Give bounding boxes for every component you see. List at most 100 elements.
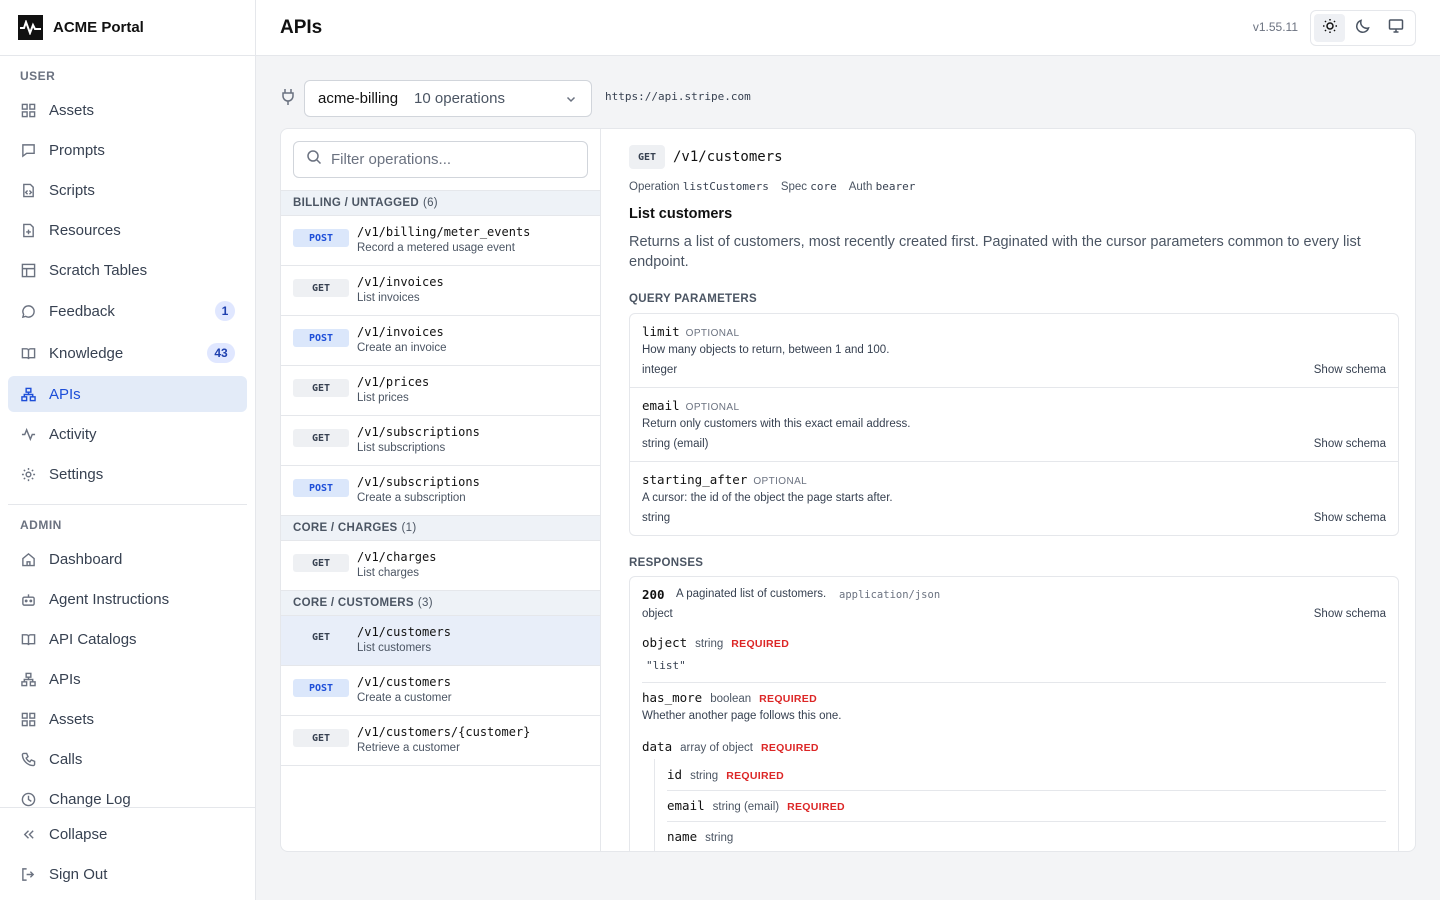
sidebar-item-admin-assets[interactable]: Assets (8, 701, 247, 737)
show-schema-button[interactable]: Show schema (1314, 512, 1386, 524)
gear-icon (20, 466, 36, 482)
group-header-charges[interactable]: CORE / CHARGES (1) (281, 515, 600, 541)
sidebar: ACME Portal USER Assets Prompts Scripts … (0, 0, 256, 900)
param-description: How many objects to return, between 1 an… (642, 344, 890, 356)
sidebar-item-calls[interactable]: Calls (8, 741, 247, 777)
catalog-select[interactable]: acme-billing 10 operations (304, 80, 592, 117)
sidebar-item-scripts[interactable]: Scripts (8, 172, 247, 208)
query-parameters-label: QUERY PARAMETERS (629, 293, 757, 305)
operation-row[interactable]: GET /v1/invoices List invoices (281, 266, 600, 316)
field-type: string (705, 832, 734, 844)
operation-path: /v1/customers/{customer} (357, 725, 531, 739)
sidebar-item-label: Activity (49, 425, 97, 443)
sidebar-item-admin-apis[interactable]: APIs (8, 661, 247, 697)
operation-row[interactable]: GET /v1/subscriptions List subscriptions (281, 416, 600, 466)
auth-meta: Auth bearer (849, 180, 916, 193)
group-header-billing[interactable]: BILLING / UNTAGGED (6) (281, 190, 600, 216)
operation-row[interactable]: GET /v1/charges List charges (281, 541, 600, 591)
query-parameters-list: limit OPTIONAL How many objects to return… (629, 313, 1399, 536)
param-row: limit OPTIONAL How many objects to return… (630, 314, 1398, 388)
show-schema-button[interactable]: Show schema (1314, 438, 1386, 450)
log-out-icon (20, 866, 36, 882)
field-name: has_more (642, 690, 703, 705)
catalog-operation-count: 10 operations (414, 90, 505, 107)
operation-id-value: listCustomers (682, 180, 769, 193)
sidebar-item-label: Change Log (49, 790, 131, 808)
filter-box (293, 141, 588, 178)
response-status-code: 200 (642, 587, 665, 602)
method-badge: POST (293, 229, 349, 247)
sidebar-item-activity[interactable]: Activity (8, 416, 247, 452)
operation-path: /v1/invoices (357, 275, 444, 289)
operation-summary: List customers (357, 642, 432, 654)
operation-row[interactable]: POST /v1/billing/meter_events Record a m… (281, 216, 600, 266)
field-name: name (667, 829, 698, 844)
operation-row-selected[interactable]: GET /v1/customers List customers (281, 616, 600, 666)
field-description: Whether another page follows this one. (642, 710, 842, 722)
collapse-button[interactable]: Collapse (8, 816, 247, 852)
method-badge: GET (293, 429, 349, 447)
operation-row[interactable]: POST /v1/subscriptions Create a subscrip… (281, 466, 600, 516)
knowledge-count-badge: 43 (207, 343, 235, 363)
brand[interactable]: ACME Portal (0, 0, 255, 56)
operation-path: /v1/customers (357, 625, 451, 639)
operation-row[interactable]: POST /v1/customers Create a customer (281, 666, 600, 716)
sidebar-item-label: Assets (49, 710, 95, 728)
sidebar-item-api-catalogs[interactable]: API Catalogs (8, 621, 247, 657)
field-name: id (667, 767, 683, 782)
sidebar-item-assets[interactable]: Assets (8, 92, 247, 128)
operation-row[interactable]: GET /v1/customers/{customer} Retrieve a … (281, 716, 600, 766)
operation-path: /v1/invoices (357, 325, 444, 339)
system-theme-button[interactable] (1381, 14, 1412, 42)
sidebar-item-label: Resources (49, 221, 121, 239)
sign-out-button[interactable]: Sign Out (8, 856, 247, 892)
sidebar-item-apis[interactable]: APIs (8, 376, 247, 412)
sidebar-item-agent-instructions[interactable]: Agent Instructions (8, 581, 247, 617)
base-url: https://api.stripe.com (605, 90, 751, 103)
operation-path: /v1/prices (357, 375, 430, 389)
operation-row[interactable]: POST /v1/invoices Create an invoice (281, 316, 600, 366)
operation-path: /v1/subscriptions (357, 425, 480, 439)
operation-summary: List invoices (357, 292, 420, 304)
dark-theme-button[interactable] (1347, 14, 1378, 42)
top-header: APIs v1.55.11 (256, 0, 1440, 56)
param-type: string (email) (642, 438, 709, 450)
acme-logo-icon (18, 15, 43, 40)
grid-icon (20, 711, 36, 727)
param-row: email OPTIONAL Return only customers with… (630, 388, 1398, 462)
operation-id-meta: Operation listCustomers (629, 180, 769, 193)
light-theme-button[interactable] (1314, 14, 1346, 42)
search-icon (306, 149, 322, 170)
sidebar-item-scratch-tables[interactable]: Scratch Tables (8, 252, 247, 288)
field-type: string (695, 638, 724, 650)
operation-path: /v1/billing/meter_events (357, 225, 531, 239)
message-circle-icon (20, 303, 36, 319)
user-section-label: USER (20, 69, 56, 83)
sidebar-divider (8, 504, 247, 505)
param-optional-flag: OPTIONAL (753, 476, 808, 487)
sidebar-item-dashboard[interactable]: Dashboard (8, 541, 247, 577)
sidebar-item-prompts[interactable]: Prompts (8, 132, 247, 168)
sidebar-item-feedback[interactable]: Feedback 1 (8, 293, 247, 329)
collapse-label: Collapse (49, 825, 108, 843)
activity-icon (20, 426, 36, 442)
field-name: object (642, 635, 688, 650)
operation-row[interactable]: GET /v1/prices List prices (281, 366, 600, 416)
param-name: limit (642, 324, 680, 339)
required-flag: REQUIRED (759, 693, 817, 705)
show-schema-button[interactable]: Show schema (1314, 364, 1386, 376)
sidebar-item-settings[interactable]: Settings (8, 456, 247, 492)
group-header-customers[interactable]: CORE / CUSTOMERS (3) (281, 590, 600, 616)
sidebar-item-knowledge[interactable]: Knowledge 43 (8, 335, 247, 371)
home-icon (20, 551, 36, 567)
param-name: email (642, 398, 680, 413)
filter-operations-input[interactable] (331, 151, 571, 168)
param-type: integer (642, 364, 678, 376)
show-schema-button[interactable]: Show schema (1314, 608, 1386, 620)
detail-title: List customers (629, 206, 733, 222)
operations-panel: BILLING / UNTAGGED(6) POST /v1/billing/m… (281, 129, 601, 851)
sidebar-item-resources[interactable]: Resources (8, 212, 247, 248)
field-divider (642, 682, 1386, 683)
param-description: A cursor: the id of the object the page … (642, 492, 893, 504)
sidebar-item-label: APIs (49, 670, 81, 688)
